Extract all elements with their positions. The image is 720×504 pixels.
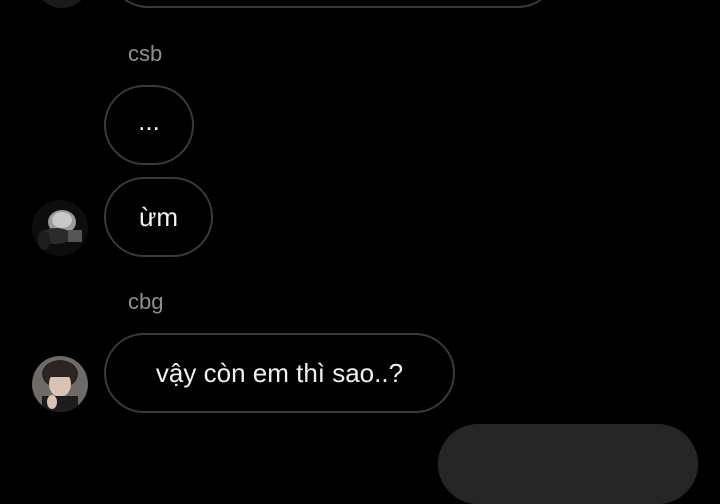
avatar-partial-top[interactable] — [34, 0, 90, 8]
message-text: ... — [138, 105, 160, 136]
sender-name-csb: csb — [128, 41, 163, 66]
message-bubble-partial-top[interactable] — [108, 0, 558, 8]
message-text: vậy còn em thì sao..? — [155, 357, 404, 388]
message-bubble-question[interactable]: vậy còn em thì sao..? — [104, 333, 455, 413]
sender-name-cbg: cbg — [128, 289, 164, 314]
avatar-csb[interactable] — [32, 200, 88, 256]
message-text: ừm — [138, 201, 179, 232]
message-bubble-ellipsis[interactable]: ... — [104, 85, 194, 165]
message-bubble-partial-bottom[interactable] — [438, 424, 698, 504]
message-bubble-um[interactable]: ừm — [104, 177, 213, 257]
avatar-cbg[interactable] — [32, 356, 88, 412]
